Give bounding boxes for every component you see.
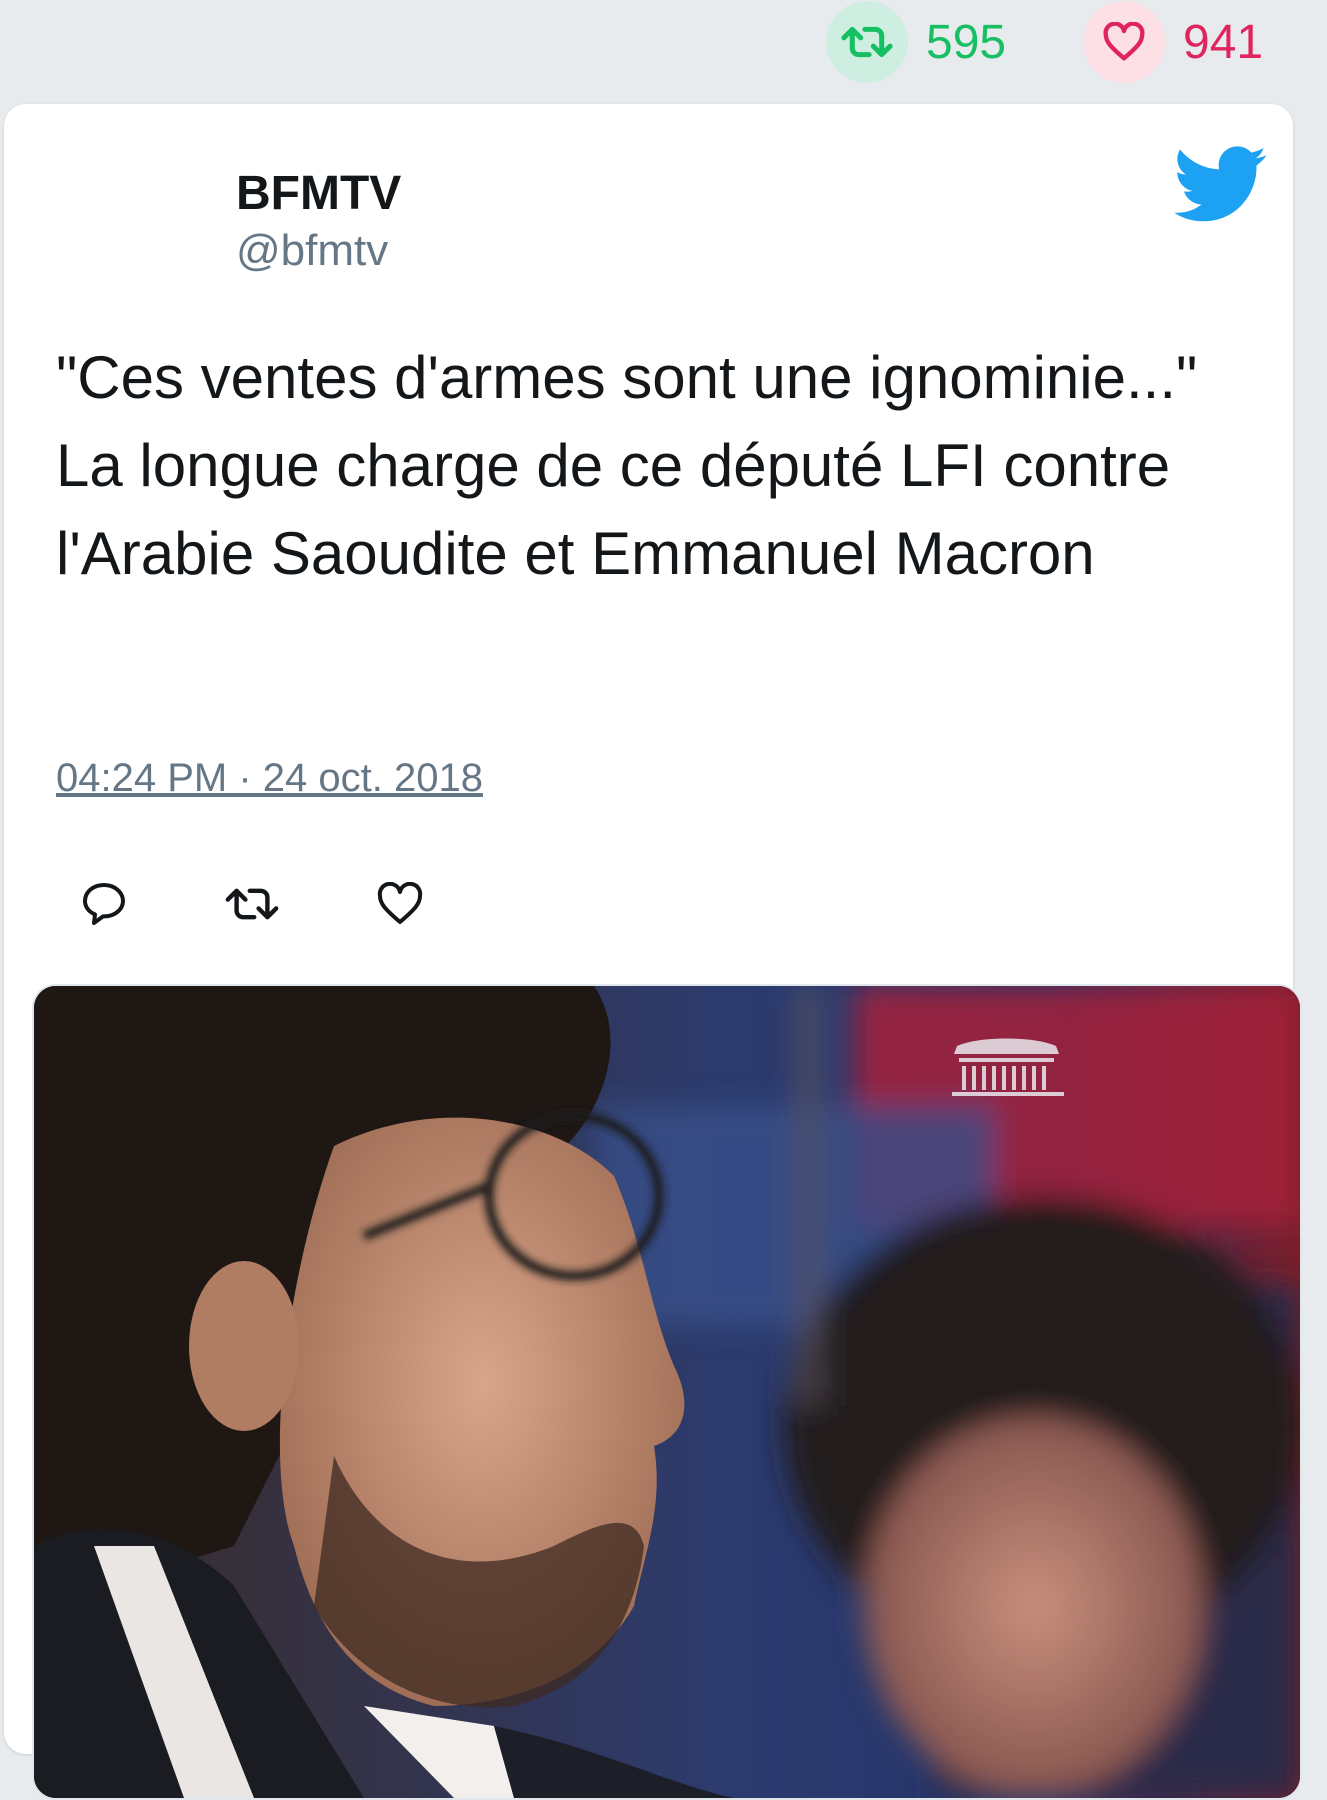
retweet-stat[interactable]: 595 (826, 1, 1007, 83)
twitter-bird-icon[interactable] (1174, 146, 1268, 229)
like-stat[interactable]: 941 (1083, 1, 1264, 83)
tweet-text: "Ces ventes d'armes sont une ignominie..… (56, 344, 1198, 587)
tweet-card: BFMTV @bfmtv "Ces ventes d'armes sont un… (4, 104, 1302, 1800)
retweet-icon (826, 1, 908, 83)
tweet-media-image[interactable] (32, 984, 1302, 1800)
retweet-action-icon[interactable] (222, 874, 282, 934)
like-icon[interactable] (370, 874, 430, 934)
reply-icon[interactable] (74, 874, 134, 934)
user-handle[interactable]: @bfmtv (236, 226, 388, 276)
like-count: 941 (1183, 15, 1264, 69)
heart-icon (1083, 1, 1165, 83)
tweet-timestamp[interactable]: 04:24 PM · 24 oct. 2018 (56, 756, 483, 801)
engagement-stats: 595 941 (0, 0, 1327, 100)
display-name[interactable]: BFMTV (236, 166, 401, 221)
retweet-count: 595 (926, 15, 1007, 69)
